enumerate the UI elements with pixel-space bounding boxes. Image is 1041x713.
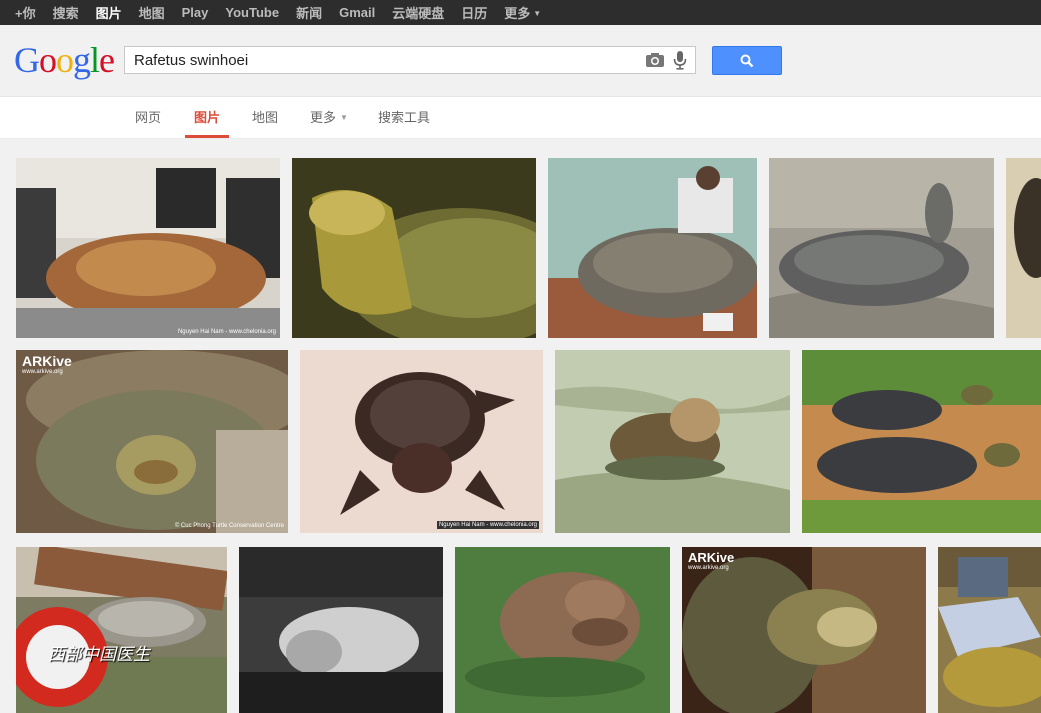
search-header: Google (0, 25, 1041, 97)
microphone-icon[interactable] (673, 51, 687, 70)
topbar-item-calendar[interactable]: 日历 (461, 3, 487, 22)
image-watermark: Nguyen Hai Nam - www.chelonia.org (436, 521, 539, 529)
image-watermark: © Cuc Phong Turtle Conservation Centre (174, 523, 284, 529)
image-result[interactable] (802, 350, 1041, 533)
topbar-item-drive[interactable]: 云端硬盘 (392, 3, 444, 22)
image-result[interactable]: 西部中国医生 (16, 547, 227, 713)
topbar-more-label: 更多 (504, 6, 531, 21)
overlay-logo-text: 西部中国医生 (48, 645, 150, 665)
search-tabs: 网页 图片 地图 更多 ▼ 搜索工具 (0, 97, 1041, 139)
image-result[interactable]: ARKive www.arkive.org (682, 547, 926, 713)
arkive-logo: ARKive www.arkive.org (22, 354, 72, 375)
arkive-url: www.arkive.org (22, 369, 63, 375)
chevron-down-icon: ▼ (533, 9, 542, 18)
tab-search-tools[interactable]: 搜索工具 (372, 97, 436, 138)
arkive-logo: ARKive www.arkive.org (688, 551, 734, 571)
search-button[interactable] (712, 46, 782, 75)
tab-more[interactable]: 更多 ▼ (304, 97, 354, 138)
image-result[interactable] (548, 158, 757, 338)
topbar-item-search[interactable]: 搜索 (53, 3, 79, 22)
image-result[interactable] (455, 547, 670, 713)
tab-maps[interactable]: 地图 (245, 97, 285, 138)
topbar-item-maps[interactable]: 地图 (139, 3, 165, 22)
image-result[interactable] (1006, 158, 1041, 338)
image-results-grid: Nguyen Hai Nam - www.chelonia.org ARKive… (0, 139, 1041, 713)
arkive-brand: ARKive (22, 353, 72, 369)
google-logo[interactable]: Google (14, 40, 115, 80)
camera-icon[interactable] (645, 52, 665, 68)
image-result[interactable]: ARKive www.arkive.org © Cuc Phong Turtle… (16, 350, 288, 533)
image-result[interactable]: Nguyen Hai Nam - www.chelonia.org (300, 350, 543, 533)
tab-images[interactable]: 图片 (185, 97, 229, 138)
image-result[interactable] (769, 158, 994, 338)
image-result[interactable] (938, 547, 1041, 713)
chevron-down-icon: ▼ (340, 113, 348, 122)
top-nav-bar: +你 搜索 图片 地图 Play YouTube 新闻 Gmail 云端硬盘 日… (0, 0, 1041, 25)
image-result[interactable] (292, 158, 536, 338)
topbar-item-gmail[interactable]: Gmail (339, 5, 375, 20)
search-box (124, 46, 696, 74)
topbar-item-play[interactable]: Play (182, 5, 209, 20)
image-result[interactable]: Nguyen Hai Nam - www.chelonia.org (16, 158, 280, 338)
topbar-item-more[interactable]: 更多 ▼ (504, 3, 541, 22)
search-input[interactable] (125, 47, 653, 73)
search-icon (740, 54, 754, 68)
tab-web[interactable]: 网页 (128, 97, 168, 138)
tab-more-label: 更多 (310, 110, 337, 125)
image-watermark: Nguyen Hai Nam - www.chelonia.org (177, 329, 276, 335)
topbar-item-images[interactable]: 图片 (96, 3, 122, 22)
arkive-brand: ARKive (688, 550, 735, 565)
arkive-url: www.arkive.org (688, 565, 729, 571)
topbar-item-youtube[interactable]: YouTube (225, 5, 279, 20)
image-result[interactable] (239, 547, 443, 713)
topbar-item-news[interactable]: 新闻 (296, 3, 322, 22)
image-result[interactable] (555, 350, 790, 533)
topbar-item-plus-you[interactable]: +你 (15, 3, 36, 22)
